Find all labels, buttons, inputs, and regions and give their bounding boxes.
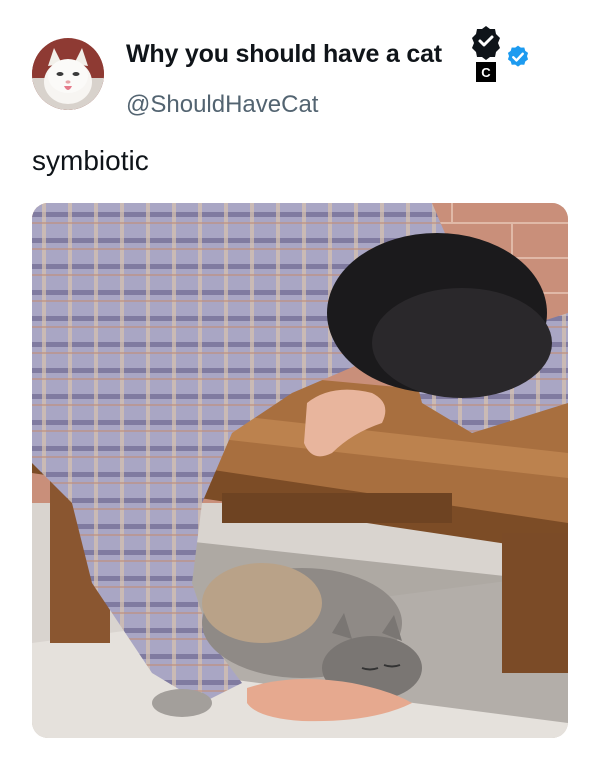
tweet-media-photo[interactable] [32, 203, 568, 738]
avatar[interactable] [32, 38, 104, 110]
user-handle[interactable]: @ShouldHaveCat [126, 91, 318, 119]
verified-badge-icon [507, 45, 529, 67]
display-name[interactable]: Why you should have a cat [126, 40, 442, 69]
affiliate-letter: C [481, 65, 491, 80]
tweet-text: symbiotic [32, 145, 149, 176]
avatar-cat-image [32, 38, 104, 110]
affiliate-badge-icon[interactable]: C [471, 24, 501, 86]
photo-man-sleeping-on-bench-with-cat [32, 203, 568, 738]
